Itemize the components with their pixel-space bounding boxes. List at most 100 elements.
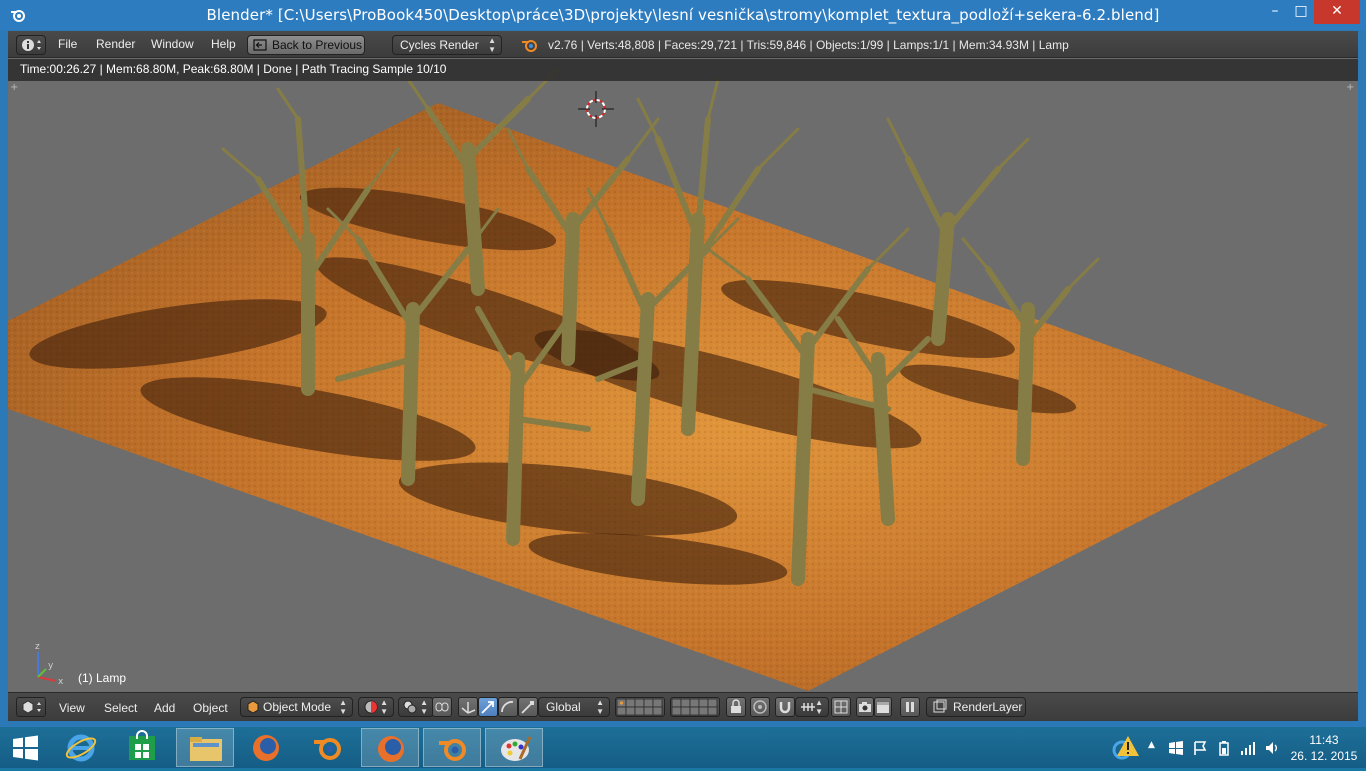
clock-time: 11:43 [1309, 733, 1339, 747]
rotate-manipulator-button[interactable] [498, 697, 518, 717]
blender-main-area: File Render Window Help Back to Previous… [8, 31, 1358, 721]
axis-gizmo: z x y [35, 642, 64, 687]
snap-target-button[interactable] [831, 697, 851, 717]
updown-arrow-icon: ▲ ▼ [815, 698, 823, 716]
start-button[interactable] [0, 728, 50, 767]
link-icon [435, 702, 449, 712]
object-cube-icon [247, 700, 259, 714]
signal-strength-icon[interactable] [1240, 740, 1256, 756]
mode-dropdown[interactable]: Object Mode ▲ ▼ [240, 697, 353, 717]
folder-icon [190, 737, 222, 761]
taskbar-blender[interactable] [299, 728, 357, 767]
scene-stats: v2.76 | Verts:48,808 | Faces:29,721 | Tr… [548, 38, 1069, 52]
camera-icon [859, 702, 871, 712]
axis-y-label: y [48, 661, 54, 671]
manipulator-icon [461, 702, 476, 714]
layers-grid-icon [616, 698, 663, 716]
store-bag-icon [129, 730, 155, 760]
active-object-label: (1) Lamp [78, 671, 127, 685]
taskbar-internet-explorer[interactable] [52, 728, 110, 767]
proportional-editing-button[interactable] [750, 697, 770, 717]
pause-render-button[interactable] [900, 697, 920, 717]
updown-arrow-icon: ▲ ▼ [596, 698, 604, 716]
blender-icon [439, 739, 466, 761]
maximize-button[interactable]: □ [1288, 0, 1314, 24]
taskbar-windows-store[interactable] [113, 728, 171, 767]
window-title: Blender* [C:\Users\ProBook450\Desktop\pr… [206, 6, 1160, 24]
render-layer-dropdown[interactable]: RenderLayer [926, 697, 1026, 717]
taskbar-file-explorer[interactable] [176, 728, 234, 767]
rendered-scene [8, 67, 1328, 691]
taskbar-firefox[interactable] [237, 728, 295, 767]
menu-window[interactable]: Window [151, 37, 194, 51]
taskbar-blender[interactable] [423, 728, 481, 767]
updown-arrow-icon: ▲ ▼ [380, 698, 388, 716]
clock-date: 26. 12. 2015 [1290, 749, 1358, 763]
internet-explorer-icon [65, 734, 97, 762]
back-to-previous-label: Back to Previous [272, 38, 363, 52]
back-to-previous-button[interactable]: Back to Previous [247, 35, 365, 55]
mode-value: Object Mode [263, 700, 332, 714]
translate-manipulator-button[interactable] [478, 697, 498, 717]
lock-to-scene-button[interactable] [726, 697, 746, 717]
render-engine-value: Cycles Render [400, 38, 479, 52]
windows-logo-icon[interactable] [1168, 740, 1184, 756]
3d-cursor-icon[interactable] [578, 91, 614, 127]
menu-select[interactable]: Select [104, 701, 137, 715]
layers-grid-icon [671, 698, 718, 716]
manipulator-toggle-button[interactable] [458, 697, 478, 717]
menu-render[interactable]: Render [96, 37, 135, 51]
info-icon [22, 39, 41, 51]
battery-icon[interactable] [1216, 740, 1232, 756]
opengl-render-animation-button[interactable] [874, 697, 892, 717]
info-header: File Render Window Help Back to Previous… [8, 31, 1358, 58]
menu-file[interactable]: File [58, 37, 77, 51]
3d-viewport[interactable]: Time:00:26.27 | Mem:68.80M, Peak:68.80M … [8, 59, 1358, 691]
pivot-points-only-button[interactable] [432, 697, 452, 717]
axis-z-label: z [35, 642, 40, 652]
blender-logo-icon [522, 40, 537, 52]
layer-buttons-group-1[interactable] [615, 697, 665, 717]
flag-icon[interactable] [1192, 740, 1208, 756]
action-center-warning-icon[interactable] [1112, 734, 1142, 762]
taskbar-paint[interactable] [485, 728, 543, 767]
title-bar[interactable]: Blender* [C:\Users\ProBook450\Desktop\pr… [0, 0, 1366, 30]
system-clock[interactable]: 11:43 26. 12. 2015 [1288, 732, 1360, 764]
blender-icon [314, 738, 341, 760]
close-button[interactable]: ✕ [1314, 0, 1360, 24]
snap-toggle-button[interactable] [775, 697, 795, 717]
scale-manipulator-button[interactable] [518, 697, 538, 717]
taskbar: ▲ 11:43 26. 12. 2015 [0, 727, 1366, 768]
back-arrow-icon [253, 39, 267, 51]
minimize-button[interactable]: – [1262, 0, 1288, 24]
magnet-icon [779, 702, 791, 714]
region-expand-icon[interactable]: + [10, 83, 20, 93]
editor-type-button[interactable] [16, 35, 46, 55]
snap-element-dropdown[interactable]: ▲ ▼ [795, 697, 829, 717]
updown-arrow-icon: ▲ ▼ [488, 36, 496, 54]
axis-x-label: x [58, 677, 64, 687]
render-engine-dropdown[interactable]: Cycles Render ▲ ▼ [392, 35, 502, 55]
pivot-point-dropdown[interactable]: ▲ ▼ [398, 697, 434, 717]
updown-arrow-icon: ▲ ▼ [420, 698, 428, 716]
volume-icon[interactable] [1264, 740, 1280, 756]
taskbar-firefox[interactable] [361, 728, 419, 767]
opengl-render-image-button[interactable] [856, 697, 874, 717]
show-hidden-icons-icon[interactable]: ▲ [1148, 740, 1155, 750]
menu-add[interactable]: Add [154, 701, 175, 715]
blender-window: Blender* [C:\Users\ProBook450\Desktop\pr… [0, 0, 1366, 727]
menu-view[interactable]: View [59, 701, 85, 715]
render-layer-value: RenderLayer [953, 700, 1023, 714]
region-expand-icon[interactable]: + [1346, 83, 1356, 93]
editor-type-button[interactable] [16, 697, 46, 717]
menu-object[interactable]: Object [193, 701, 228, 715]
layer-buttons-group-2[interactable] [670, 697, 720, 717]
viewport-shading-dropdown[interactable]: ▲ ▼ [358, 697, 394, 717]
scale-icon [521, 701, 534, 714]
menu-help[interactable]: Help [211, 37, 236, 51]
render-status-bar: Time:00:26.27 | Mem:68.80M, Peak:68.80M … [8, 59, 1358, 81]
windows-logo-icon [13, 735, 38, 761]
firefox-icon [253, 735, 279, 761]
transform-orientation-dropdown[interactable]: Global ▲ ▼ [538, 697, 610, 717]
orientation-value: Global [546, 700, 581, 714]
